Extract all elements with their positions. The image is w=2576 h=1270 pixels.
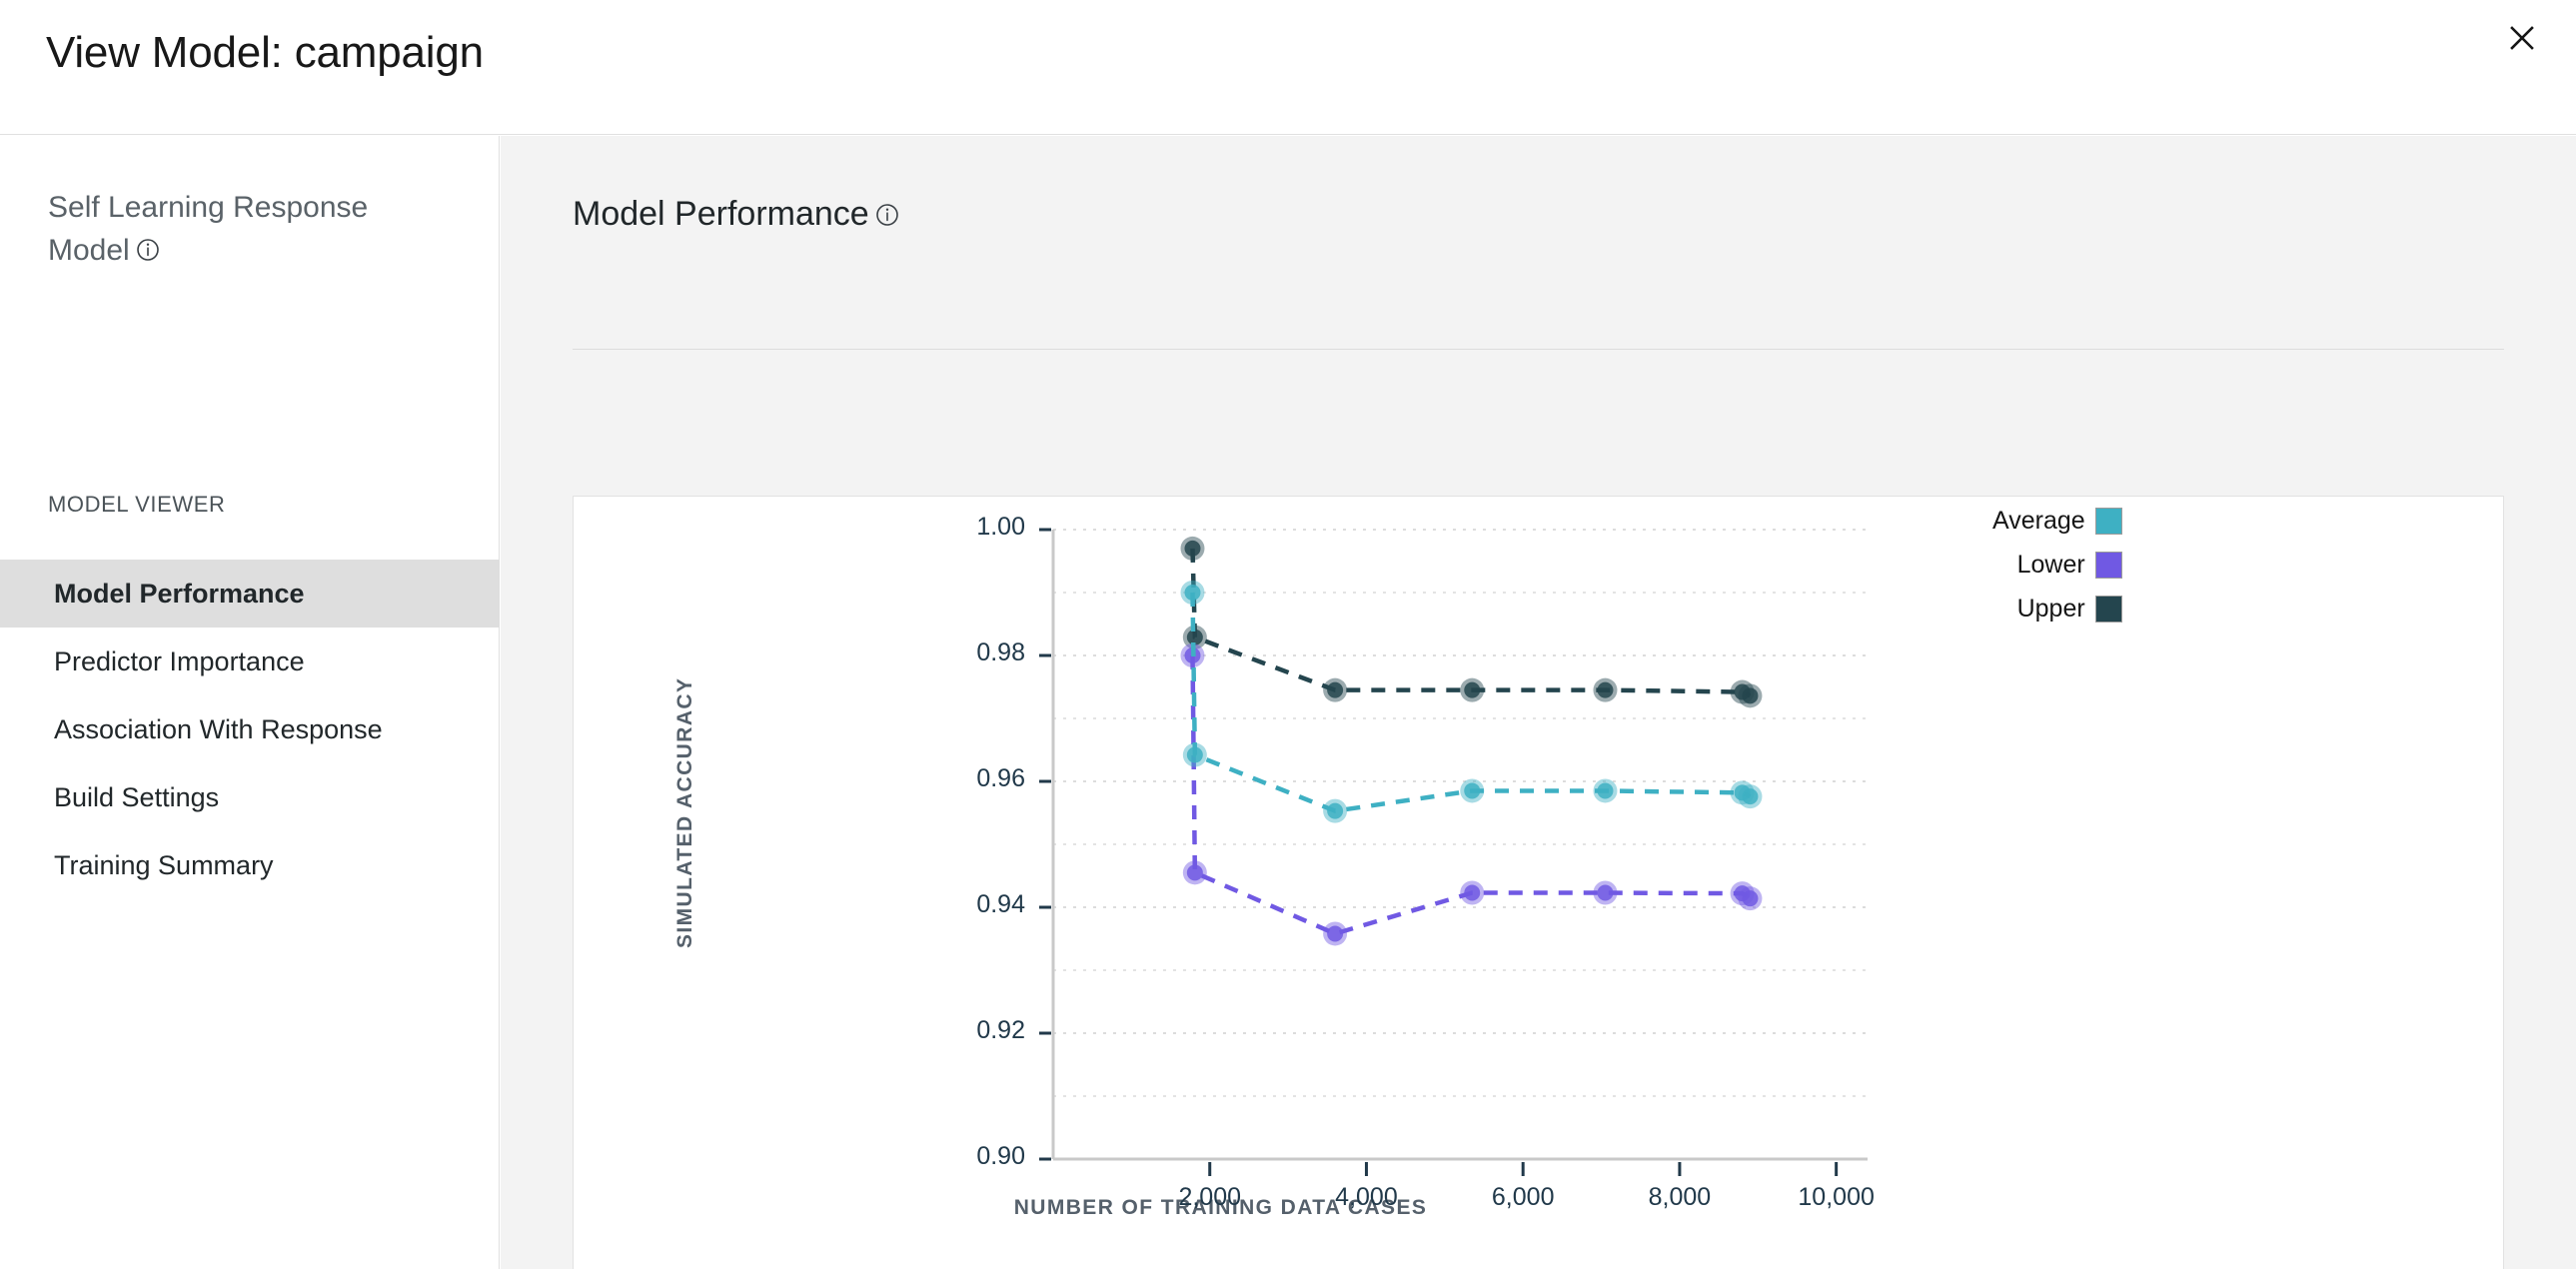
x-axis-tick-label: 6,000: [1491, 1183, 1555, 1211]
sidebar-item-association-with-response[interactable]: Association With Response: [0, 695, 500, 763]
legend-label: Lower: [2016, 551, 2085, 579]
chart-legend: Average Lower Upper: [1992, 507, 2122, 638]
section-title: Model Performance: [573, 195, 899, 236]
chart-canvas: [1039, 528, 1868, 1176]
y-axis-tick-label: 1.00: [976, 513, 1025, 541]
sidebar-item-training-summary[interactable]: Training Summary: [0, 831, 500, 899]
chart-card: SIMULATED ACCURACY NUMBER OF TRAINING DA…: [573, 496, 2504, 1269]
sidebar-item-model-performance[interactable]: Model Performance: [0, 560, 500, 628]
legend-swatch: [2094, 596, 2122, 623]
sidebar-item-predictor-importance[interactable]: Predictor Importance: [0, 628, 500, 695]
sidebar-item-label: Build Settings: [54, 781, 220, 812]
y-axis-tick-label: 0.96: [976, 764, 1025, 792]
page-title: View Model: campaign: [46, 28, 484, 77]
view-model-dialog: View Model: campaign Self Learning Respo…: [0, 0, 2576, 1269]
legend-label: Upper: [2016, 595, 2085, 623]
header-divider: [573, 349, 2504, 350]
sidebar-item-build-settings[interactable]: Build Settings: [0, 763, 500, 831]
info-icon[interactable]: [875, 197, 899, 236]
legend-item-average[interactable]: Average: [1992, 507, 2122, 536]
legend-item-lower[interactable]: Lower: [1992, 551, 2122, 580]
legend-item-upper[interactable]: Upper: [1992, 595, 2122, 624]
sidebar-section-label: MODEL VIEWER: [48, 492, 226, 517]
sidebar-nav: Model Performance Predictor Importance A…: [0, 560, 500, 899]
legend-swatch: [2094, 508, 2122, 535]
legend-label: Average: [1992, 507, 2085, 535]
legend-swatch: [2094, 552, 2122, 579]
y-axis-tick-label: 0.90: [976, 1142, 1025, 1170]
main-content: Model Performance View: Mortgage: [501, 136, 2576, 1269]
sidebar-heading: Self Learning Response Model: [48, 186, 448, 274]
x-axis-tick-label: 4,000: [1335, 1183, 1398, 1211]
sidebar-item-label: Training Summary: [54, 849, 274, 880]
y-axis-label: SIMULATED ACCURACY: [673, 676, 696, 948]
sidebar: Self Learning Response Model MODEL VIEWE…: [0, 136, 500, 1269]
y-axis-tick-label: 0.98: [976, 638, 1025, 666]
x-axis-tick-label: 2,000: [1178, 1183, 1241, 1211]
sidebar-item-label: Model Performance: [54, 578, 305, 609]
model-performance-chart: SIMULATED ACCURACY NUMBER OF TRAINING DA…: [574, 497, 2505, 1270]
y-axis-tick-label: 0.94: [976, 890, 1025, 918]
close-icon: [2508, 24, 2536, 52]
sidebar-heading-text: Self Learning Response Model: [48, 191, 369, 267]
y-axis-tick-label: 0.92: [976, 1016, 1025, 1044]
section-title-text: Model Performance: [573, 195, 869, 233]
sidebar-item-label: Association With Response: [54, 713, 383, 744]
info-icon[interactable]: [136, 231, 160, 274]
x-axis-tick-label: 8,000: [1648, 1183, 1712, 1211]
sidebar-item-label: Predictor Importance: [54, 645, 305, 676]
dialog-header: View Model: campaign: [0, 0, 2576, 135]
x-axis-tick-label: 10,000: [1798, 1183, 1875, 1211]
close-button[interactable]: [2494, 10, 2550, 66]
